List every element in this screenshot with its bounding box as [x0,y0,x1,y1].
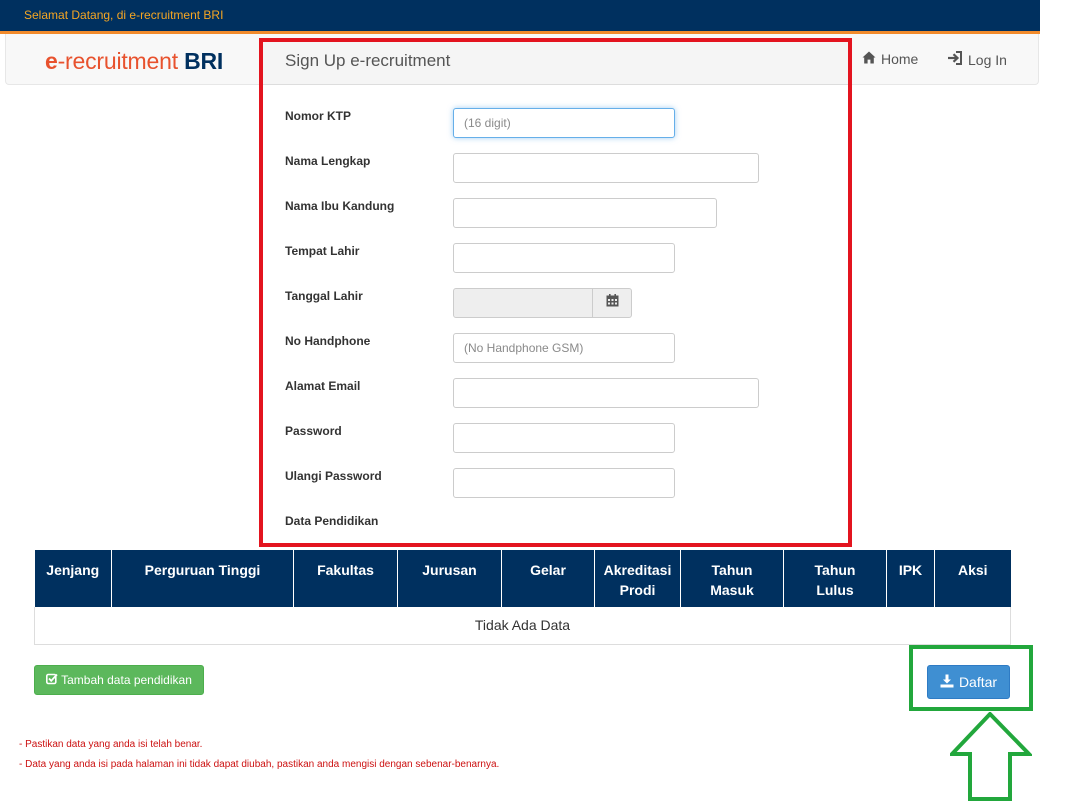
table-header-text: IPK [898,562,923,578]
note-line: - Data yang anda isi pada halaman ini ti… [19,759,500,770]
add-education-button[interactable]: Tambah data pendidikan [34,665,204,695]
ktp-label: Nomor KTP [285,109,351,123]
password-label: Password [285,424,342,438]
table-header-text: Tahun [711,562,753,578]
welcome-text: Selamat Datang, di e-recruitment BRI [24,8,224,22]
nav-home-label: Home [881,51,919,67]
register-button[interactable]: Daftar [927,665,1010,699]
add-education-label: Tambah data pendidikan [61,673,192,687]
up-arrow-icon [950,712,1032,801]
nav-home-link[interactable]: Home [862,51,918,67]
note-line: - Pastikan data yang anda isi telah bena… [19,739,203,750]
logo-middle: -recruitment [57,48,185,74]
email-label: Alamat Email [285,379,361,393]
table-header-text: Lulus [816,582,854,598]
table-header-cell: Perguruan Tinggi [111,550,294,607]
table-header-cell: Jenjang [34,550,112,607]
full-name-input[interactable] [453,153,759,183]
table-header-row: Jenjang Perguruan Tinggi Fakultas Jurusan Ge… [34,550,1011,607]
birth-place-input[interactable] [453,243,675,273]
education-section-label: Data Pendidikan [285,514,379,528]
home-icon [862,51,876,67]
table-header-cell: IPK [886,550,935,607]
full-name-label: Nama Lengkap [285,154,371,168]
top-bar: Selamat Datang, di e-recruitment BRI [0,0,1040,31]
calendar-icon [606,294,619,312]
table-header-cell: Aksi [934,550,1011,607]
empty-table-message: Tidak Ada Data [34,607,1011,645]
log-in-icon [947,51,963,68]
password-repeat-label: Ulangi Password [285,469,382,483]
table-header-text: Aksi [957,562,988,578]
table-header-text: Masuk [710,582,754,598]
table-header-cell: Jurusan [397,550,502,607]
table-header-cell: Fakultas [293,550,398,607]
table-header-cell: Gelar [501,550,595,607]
phone-label: No Handphone [285,334,371,348]
table-header-text: Prodi [619,582,656,598]
table-header-text: Fakultas [317,562,374,578]
check-square-icon [46,673,58,688]
ktp-input[interactable] [453,108,675,138]
education-table: Jenjang Perguruan Tinggi Fakultas Jurusan Ge… [34,550,1011,645]
logo-brand: BRI [184,48,224,74]
download-icon [940,674,954,691]
table-header-text: Tahun [814,562,856,578]
nav-login-label: Log In [968,51,1007,68]
table-header-text: Perguruan Tinggi [144,562,261,578]
nav-login-link[interactable]: Log In [947,51,1007,68]
birth-date-label: Tanggal Lahir [285,289,363,303]
mother-name-input[interactable] [453,198,717,228]
password-input[interactable] [453,423,675,453]
mother-name-label: Nama Ibu Kandung [285,199,395,213]
register-label: Daftar [958,674,998,690]
signup-panel-heading: Sign Up e-recruitment [263,41,849,85]
table-header-text: Jurusan [422,562,477,578]
brand-logo[interactable]: e-recruitment BRI [45,48,223,75]
logo-prefix: e [45,48,58,74]
table-header-text: Jenjang [46,562,100,578]
table-header-text: Gelar [530,562,566,578]
table-header-text: Akreditasi [603,562,672,578]
table-header-cell: Akreditasi Prodi [594,550,681,607]
table-header-cell: Tahun Masuk [680,550,784,607]
page-title: Sign Up e-recruitment [285,51,451,70]
phone-input[interactable] [453,333,675,363]
password-repeat-input[interactable] [453,468,675,498]
email-input[interactable] [453,378,759,408]
birth-date-input[interactable] [453,288,593,318]
table-row: Tidak Ada Data [34,607,1011,645]
table-header-cell: Tahun Lulus [783,550,887,607]
birth-place-label: Tempat Lahir [285,244,360,258]
date-picker-button[interactable] [592,288,632,318]
